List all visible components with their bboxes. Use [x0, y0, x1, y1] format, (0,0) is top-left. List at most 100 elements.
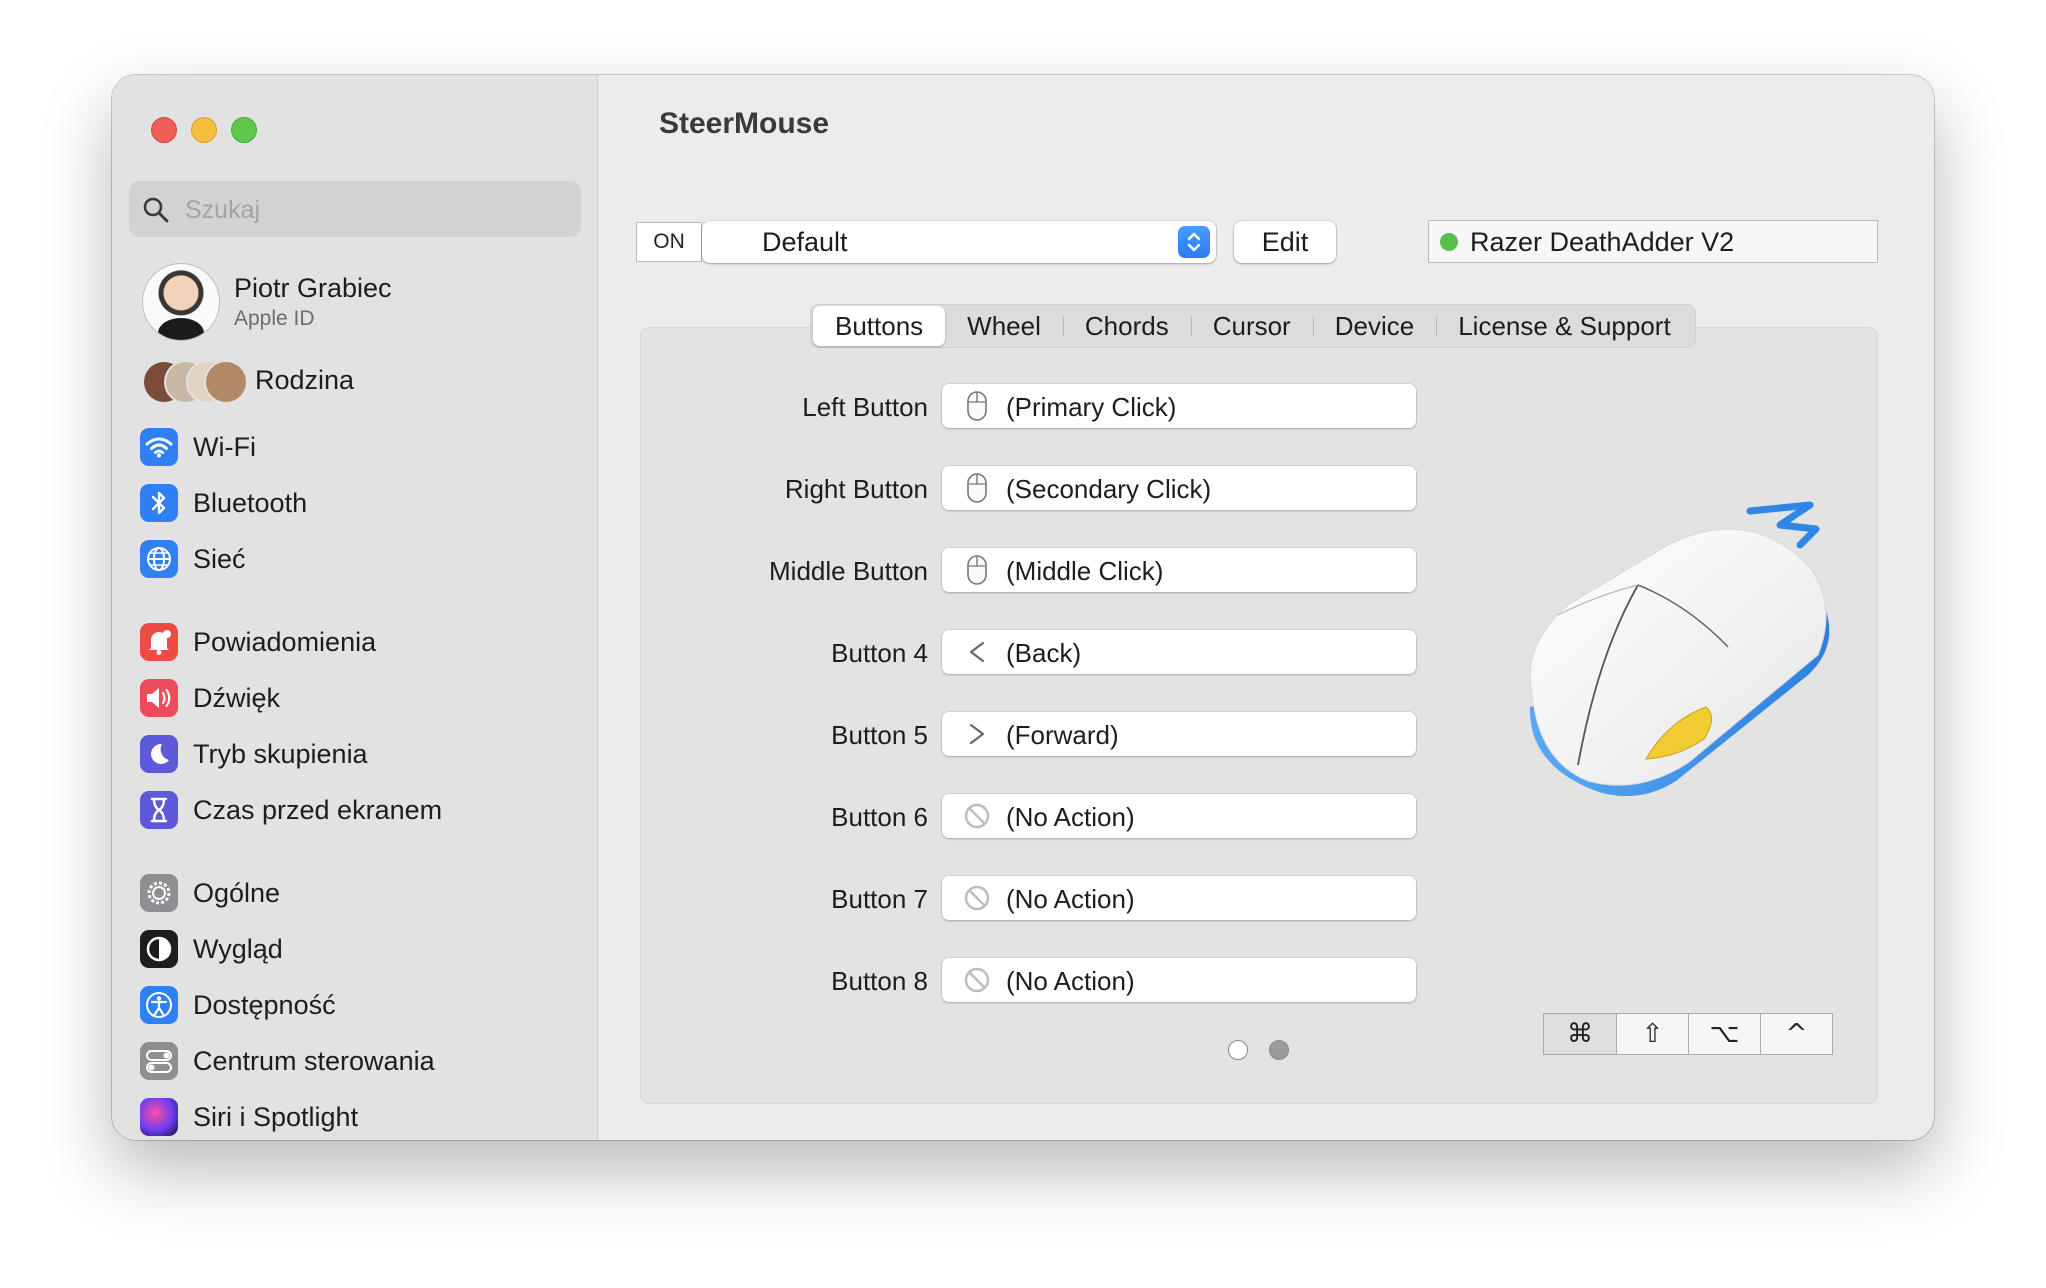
close-window-button[interactable] [151, 117, 177, 143]
sidebar-item-focus[interactable]: Tryb skupienia [140, 731, 580, 777]
appearance-icon [140, 930, 178, 968]
sidebar-item-wifi[interactable]: Wi-Fi [140, 424, 580, 470]
tab-buttons[interactable]: Buttons [813, 306, 946, 346]
family-label: Rodzina [255, 365, 355, 395]
minimize-window-button[interactable] [191, 117, 217, 143]
sidebar-item-sound[interactable]: Dźwięk [140, 675, 580, 721]
button-mapping-row: Left Button (Primary Click) [598, 384, 1416, 430]
button-label: Middle Button [769, 556, 928, 586]
sidebar-item-label: Powiadomienia [193, 627, 377, 657]
search-input[interactable] [183, 181, 567, 239]
sidebar-item-label: Sieć [193, 544, 246, 574]
toggles-icon [140, 1042, 178, 1080]
modifier-key-bar: ⌘ ⇧ ⌥ ^ [1543, 1013, 1833, 1055]
action-popup[interactable]: (No Action) [942, 794, 1416, 838]
sidebar-item-notifications[interactable]: Powiadomienia [140, 619, 580, 665]
action-value: (Back) [1006, 638, 1082, 668]
siri-icon [140, 1098, 178, 1136]
sidebar-item-network[interactable]: Sieć [140, 536, 580, 582]
updown-chevron-icon [1178, 226, 1210, 258]
action-popup[interactable]: (No Action) [942, 876, 1416, 920]
button-label: Right Button [784, 474, 928, 504]
action-popup[interactable]: (Primary Click) [942, 384, 1416, 428]
chevron-right-icon [962, 719, 992, 749]
sidebar-item-screen-time[interactable]: Czas przed ekranem [140, 787, 580, 833]
tab-chords[interactable]: Chords [1062, 306, 1191, 346]
action-popup[interactable]: (Forward) [942, 712, 1416, 756]
device-status-indicator [1440, 233, 1458, 251]
button-label: Left Button [802, 392, 928, 422]
tab-license-support[interactable]: License & Support [1436, 306, 1692, 346]
button-label: Button 6 [831, 802, 928, 832]
moon-icon [140, 735, 178, 773]
sidebar-item-bluetooth[interactable]: Bluetooth [140, 480, 580, 526]
action-popup[interactable]: (Back) [942, 630, 1416, 674]
page-title: SteerMouse [659, 107, 830, 140]
sidebar-item-label: Dźwięk [193, 683, 281, 713]
family-avatars [142, 360, 248, 404]
shift-key-button[interactable]: ⇧ [1616, 1014, 1688, 1054]
action-value: (Primary Click) [1006, 392, 1177, 422]
bell-icon [140, 623, 178, 661]
mouse-icon [962, 391, 992, 421]
edit-button[interactable]: Edit [1234, 221, 1336, 263]
accessibility-icon [140, 986, 178, 1024]
sidebar-item-label: Dostępność [193, 990, 336, 1020]
device-name: Razer DeathAdder V2 [1470, 227, 1735, 257]
tab-wheel[interactable]: Wheel [945, 306, 1063, 346]
profile-subtitle: Apple ID [234, 307, 315, 330]
sidebar-item-control-center[interactable]: Centrum sterowania [140, 1038, 580, 1084]
button-mapping-row: Button 6 (No Action) [598, 794, 1416, 840]
device-selector[interactable]: Razer DeathAdder V2 [1428, 220, 1878, 263]
action-value: (Secondary Click) [1006, 474, 1212, 504]
action-value: (No Action) [1006, 884, 1135, 914]
sidebar-item-label: Czas przed ekranem [193, 795, 443, 825]
sidebar: Piotr Grabiec Apple ID Rodzina Wi-Fi Blu… [112, 75, 598, 1140]
page-dot-2[interactable] [1269, 1040, 1289, 1060]
no-action-icon [962, 883, 992, 913]
apple-id-profile[interactable]: Piotr Grabiec Apple ID [142, 263, 572, 343]
chevron-left-icon [962, 637, 992, 667]
globe-icon [140, 540, 178, 578]
sidebar-item-accessibility[interactable]: Dostępność [140, 982, 580, 1028]
sidebar-item-siri-spotlight[interactable]: Siri i Spotlight [140, 1094, 580, 1140]
button-mapping-row: Button 7 (No Action) [598, 876, 1416, 922]
action-value: (No Action) [1006, 802, 1135, 832]
tab-bar: Buttons Wheel Chords Cursor Device Licen… [810, 304, 1696, 348]
sidebar-item-label: Tryb skupienia [193, 739, 368, 769]
enable-toggle-button[interactable]: ON [636, 222, 702, 262]
action-value: (No Action) [1006, 966, 1135, 996]
mouse-icon [962, 473, 992, 503]
button-mapping-row: Right Button (Secondary Click) [598, 466, 1416, 512]
action-popup[interactable]: (Secondary Click) [942, 466, 1416, 510]
action-value: (Forward) [1006, 720, 1119, 750]
avatar [142, 263, 220, 341]
option-key-button[interactable]: ⌥ [1688, 1014, 1760, 1054]
profile-name: Piotr Grabiec [234, 273, 392, 303]
family-avatar [204, 360, 248, 404]
sidebar-item-label: Centrum sterowania [193, 1046, 435, 1076]
page-dot-1[interactable] [1228, 1040, 1248, 1060]
profile-select[interactable]: Default [702, 221, 1216, 263]
sidebar-item-general[interactable]: Ogólne [140, 870, 580, 916]
sidebar-item-label: Siri i Spotlight [193, 1102, 359, 1132]
command-key-button[interactable]: ⌘ [1544, 1014, 1616, 1054]
action-value: (Middle Click) [1006, 556, 1164, 586]
sidebar-item-appearance[interactable]: Wygląd [140, 926, 580, 972]
family-sharing-item[interactable]: Rodzina [142, 358, 572, 404]
sidebar-item-label: Wi-Fi [193, 432, 256, 462]
action-popup[interactable]: (No Action) [942, 958, 1416, 1002]
search-field[interactable] [129, 181, 581, 239]
control-key-button[interactable]: ^ [1760, 1014, 1832, 1054]
button-mapping-row: Button 5 (Forward) [598, 712, 1416, 758]
system-settings-window: Piotr Grabiec Apple ID Rodzina Wi-Fi Blu… [112, 75, 1934, 1140]
search-icon [143, 197, 169, 223]
button-label: Button 7 [831, 884, 928, 914]
tab-device[interactable]: Device [1312, 306, 1436, 346]
sidebar-item-label: Wygląd [193, 934, 283, 964]
action-popup[interactable]: (Middle Click) [942, 548, 1416, 592]
no-action-icon [962, 801, 992, 831]
zoom-window-button[interactable] [231, 117, 257, 143]
button-label: Button 4 [831, 638, 928, 668]
tab-cursor[interactable]: Cursor [1190, 306, 1313, 346]
